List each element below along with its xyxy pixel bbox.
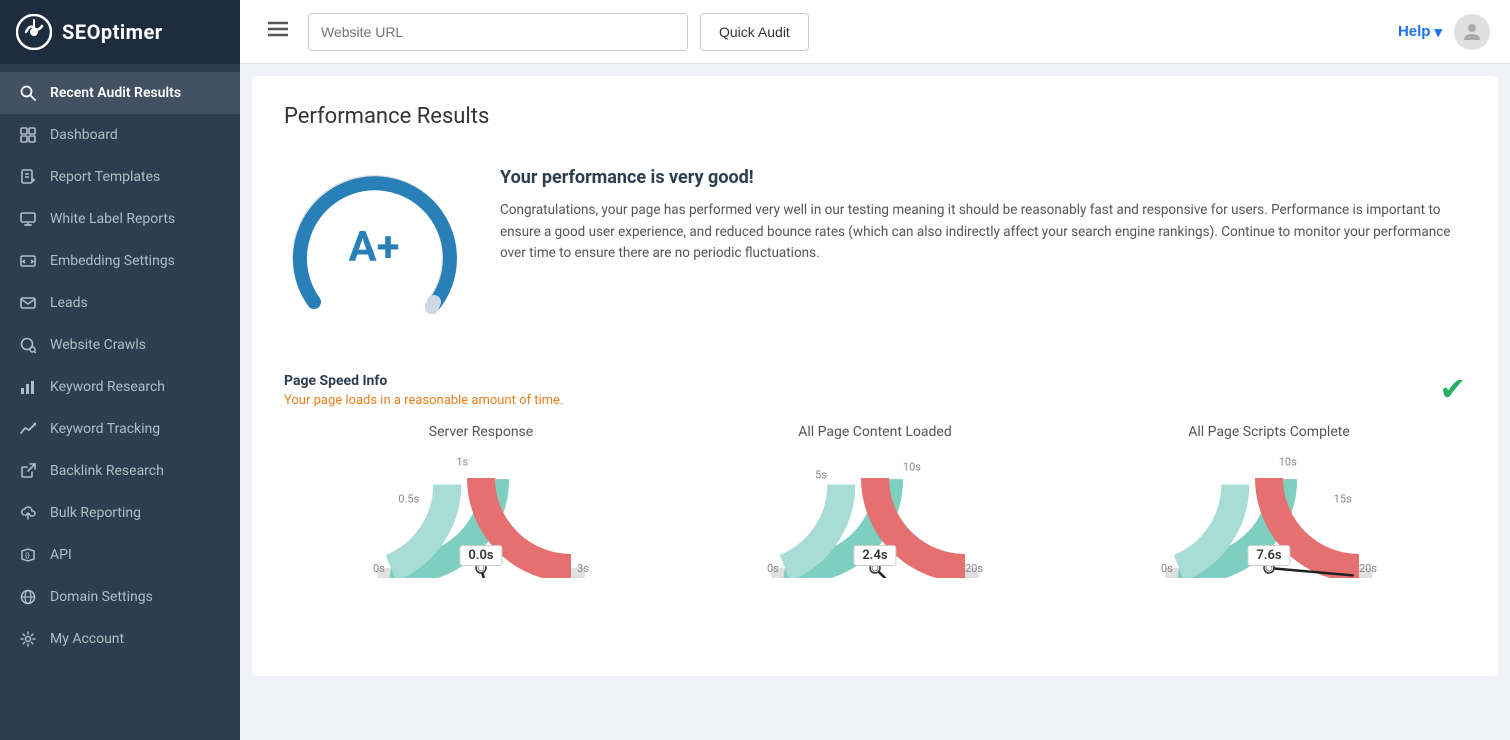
link-out-icon xyxy=(18,461,38,481)
search-icon xyxy=(18,83,38,103)
sidebar-item-report-templates[interactable]: Report Templates xyxy=(0,156,240,198)
sidebar-item-label: API xyxy=(50,547,72,563)
sidebar-item-keyword-tracking[interactable]: Keyword Tracking xyxy=(0,408,240,450)
svg-text:3s: 3s xyxy=(577,562,589,575)
sidebar-item-label: Website Crawls xyxy=(50,337,146,353)
content-area: Performance Results A+ You xyxy=(240,64,1510,740)
sidebar-item-label: Bulk Reporting xyxy=(50,505,141,521)
embed-icon xyxy=(18,251,38,271)
cloud-upload-icon xyxy=(18,503,38,523)
sidebar-item-bulk-reporting[interactable]: Bulk Reporting xyxy=(0,492,240,534)
logo-area[interactable]: SEOptimer xyxy=(0,0,240,64)
gauge-title-page-scripts: All Page Scripts Complete xyxy=(1188,424,1350,440)
svg-text:0s: 0s xyxy=(767,562,779,575)
sidebar-item-keyword-research[interactable]: Keyword Research xyxy=(0,366,240,408)
gauge-value-page-content: 2.4s xyxy=(853,545,896,566)
main-area: Quick Audit Help ▾ Performance Results xyxy=(240,0,1510,740)
sidebar-item-label: My Account xyxy=(50,631,124,647)
svg-text:10s: 10s xyxy=(903,461,921,474)
gauge-title-server-response: Server Response xyxy=(429,424,533,440)
sidebar-item-label: Report Templates xyxy=(50,169,160,185)
sidebar-item-recent-audit[interactable]: Recent Audit Results xyxy=(0,72,240,114)
gauge-page-scripts: All Page Scripts Complete 0s 10s 15s 20s 7.… xyxy=(1072,424,1466,578)
globe-icon xyxy=(18,587,38,607)
page-speed-title: Page Speed Info xyxy=(284,373,563,389)
grade-label: A+ xyxy=(348,223,399,272)
quick-audit-button[interactable]: Quick Audit xyxy=(700,13,809,51)
seoptimer-logo-icon xyxy=(16,14,52,50)
gauge-title-page-content: All Page Content Loaded xyxy=(798,424,952,440)
page-speed-header: Page Speed Info Your page loads in a rea… xyxy=(284,373,1466,408)
sidebar-item-leads[interactable]: Leads xyxy=(0,282,240,324)
gauge-wrap-page-content: 0s 5s 10s 20s 2.4s xyxy=(765,448,985,578)
help-button[interactable]: Help ▾ xyxy=(1398,23,1442,41)
svg-text:10s: 10s xyxy=(1279,456,1297,469)
svg-text:{}: {} xyxy=(25,553,30,559)
api-icon: {} xyxy=(18,545,38,565)
sidebar-nav: Recent Audit Results Dashboard Report Te… xyxy=(0,64,240,740)
url-input[interactable] xyxy=(308,13,688,51)
grid-icon xyxy=(18,125,38,145)
mail-icon xyxy=(18,293,38,313)
user-avatar[interactable] xyxy=(1454,14,1490,50)
sidebar-item-label: Leads xyxy=(50,295,88,311)
svg-text:20s: 20s xyxy=(965,562,983,575)
sidebar-item-label: Keyword Tracking xyxy=(50,421,160,437)
header: Quick Audit Help ▾ xyxy=(240,0,1510,64)
avatar-icon xyxy=(1460,20,1484,44)
gauge-wrap-page-scripts: 0s 10s 15s 20s 7.6s xyxy=(1159,448,1379,578)
sidebar-item-domain-settings[interactable]: Domain Settings xyxy=(0,576,240,618)
gauge-server-response: Server Response 0s 0.5s 1s 3s 0.0s xyxy=(284,424,678,578)
monitor-icon xyxy=(18,209,38,229)
sidebar-item-dashboard[interactable]: Dashboard xyxy=(0,114,240,156)
svg-text:0.5s: 0.5s xyxy=(398,493,419,506)
sidebar-item-label: Domain Settings xyxy=(50,589,153,605)
sidebar-item-backlink-research[interactable]: Backlink Research xyxy=(0,450,240,492)
sidebar: SEOptimer Recent Audit Results Dashboard… xyxy=(0,0,240,740)
performance-headline: Your performance is very good! xyxy=(500,167,1466,188)
page-speed-info: Page Speed Info Your page loads in a rea… xyxy=(284,373,563,408)
checkmark-icon: ✔ xyxy=(1439,373,1466,405)
svg-text:0s: 0s xyxy=(1161,562,1173,575)
performance-top: A+ Your performance is very good! Congra… xyxy=(284,157,1466,337)
sidebar-item-label: Keyword Research xyxy=(50,379,165,395)
svg-text:5s: 5s xyxy=(815,468,827,481)
tracking-icon xyxy=(18,419,38,439)
file-edit-icon xyxy=(18,167,38,187)
sidebar-item-label: White Label Reports xyxy=(50,211,175,227)
svg-text:15s: 15s xyxy=(1334,493,1352,506)
sidebar-item-my-account[interactable]: My Account xyxy=(0,618,240,660)
bar-chart-icon xyxy=(18,377,38,397)
page-title: Performance Results xyxy=(284,104,1466,129)
globe-search-icon xyxy=(18,335,38,355)
sidebar-item-white-label[interactable]: White Label Reports xyxy=(0,198,240,240)
svg-text:1s: 1s xyxy=(456,456,468,469)
logo-text: SEOptimer xyxy=(62,20,163,44)
gear-icon xyxy=(18,629,38,649)
performance-text: Your performance is very good! Congratul… xyxy=(500,157,1466,265)
sidebar-item-label: Backlink Research xyxy=(50,463,164,479)
sidebar-item-label: Dashboard xyxy=(50,127,118,143)
svg-text:0s: 0s xyxy=(373,562,385,575)
gauge-page-content: All Page Content Loaded 0s 5s 10s 20s 2.4s xyxy=(678,424,1072,578)
sidebar-item-embedding[interactable]: Embedding Settings xyxy=(0,240,240,282)
content-inner: Performance Results A+ You xyxy=(252,76,1498,676)
performance-description: Congratulations, your page has performed… xyxy=(500,200,1466,265)
sidebar-item-api[interactable]: {} API xyxy=(0,534,240,576)
grade-circle: A+ xyxy=(284,157,464,337)
sidebar-item-label: Recent Audit Results xyxy=(50,85,181,101)
page-speed-subtitle: Your page loads in a reasonable amount o… xyxy=(284,393,563,408)
gauge-value-server-response: 0.0s xyxy=(459,545,502,566)
sidebar-item-website-crawls[interactable]: Website Crawls xyxy=(0,324,240,366)
page-speed-section: Page Speed Info Your page loads in a rea… xyxy=(284,373,1466,578)
svg-text:20s: 20s xyxy=(1359,562,1377,575)
gauge-wrap-server-response: 0s 0.5s 1s 3s 0.0s xyxy=(371,448,591,578)
sidebar-item-label: Embedding Settings xyxy=(50,253,175,269)
hamburger-button[interactable] xyxy=(260,13,296,50)
hamburger-icon xyxy=(268,21,288,37)
gauge-value-page-scripts: 7.6s xyxy=(1247,545,1290,566)
gauges-row: Server Response 0s 0.5s 1s 3s 0.0s All Page … xyxy=(284,424,1466,578)
